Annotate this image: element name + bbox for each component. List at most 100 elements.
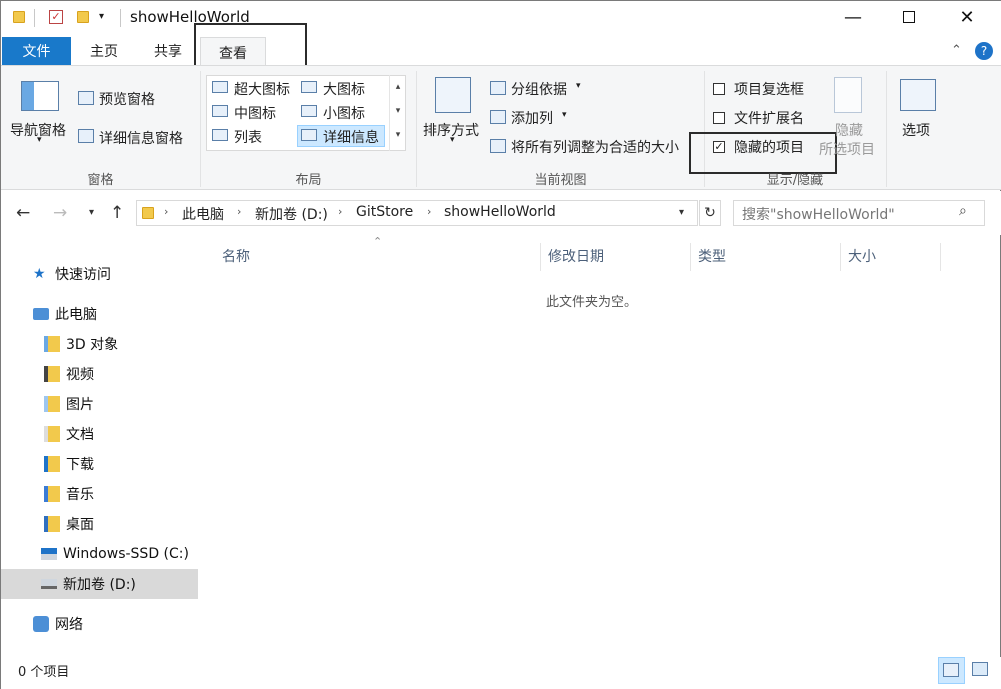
layout-small-icons[interactable]: 小图标 [323, 103, 365, 123]
status-bar [1, 657, 1001, 689]
breadcrumb-chevron-icon[interactable]: › [237, 205, 241, 218]
layout-extra-large-icons[interactable]: 超大图标 [234, 79, 290, 99]
group-by-dropdown-icon[interactable]: ▾ [576, 81, 581, 91]
nav-label: 图片 [66, 397, 94, 413]
nav-item-pictures[interactable]: 图片 [1, 389, 198, 419]
ribbon-collapse-icon[interactable]: ⌃ [951, 43, 962, 58]
large-icons-toggle[interactable] [967, 657, 994, 684]
nav-pane-dropdown-icon[interactable]: ▾ [37, 135, 42, 145]
group-label-pane: 窗格 [87, 173, 114, 188]
qat-divider [34, 9, 35, 27]
help-icon[interactable]: ? [975, 42, 993, 60]
up-arrow-icon[interactable]: ↑ [110, 203, 124, 223]
column-header-name[interactable]: 名称 [222, 243, 250, 269]
breadcrumb-gitstore[interactable]: GitStore [356, 204, 413, 220]
refresh-icon[interactable]: ↻ [699, 200, 721, 226]
column-header-type[interactable]: 类型 [698, 243, 726, 269]
nav-label: 桌面 [66, 517, 94, 533]
minimize-button[interactable]: — [830, 1, 876, 33]
breadcrumb-chevron-icon[interactable]: › [164, 205, 168, 218]
nav-item-drive-c[interactable]: Windows-SSD (C:) [1, 539, 198, 569]
layout-scroll[interactable]: ▴ ▾ ▾ [389, 75, 406, 151]
group-divider [886, 71, 887, 187]
group-label-layout: 布局 [295, 173, 322, 188]
title-divider [120, 9, 121, 27]
file-explorer-window: ✓ ▾ showHelloWorld — ✕ 文件 主页 共享 查看 ⌃ ? 导… [0, 0, 1001, 689]
nav-pane-icon [21, 81, 59, 111]
group-by-button[interactable]: 分组依据 [511, 79, 567, 99]
layout-medium-icons[interactable]: 中图标 [234, 103, 276, 123]
network-icon [33, 616, 49, 632]
nav-label: 新加卷 (D:) [63, 577, 136, 593]
details-pane-button[interactable]: 详细信息窗格 [99, 128, 183, 148]
recent-locations-icon[interactable]: ▾ [89, 207, 94, 218]
list-view-icon [212, 129, 228, 141]
layout-large-icons[interactable]: 大图标 [323, 79, 365, 99]
options-icon [900, 79, 936, 111]
nav-label: 下载 [66, 457, 94, 473]
details-view-icon [943, 663, 959, 677]
column-divider[interactable] [940, 243, 941, 271]
forward-arrow-icon[interactable]: → [53, 203, 67, 223]
breadcrumb-this-pc[interactable]: 此电脑 [182, 204, 224, 224]
empty-folder-message: 此文件夹为空。 [546, 295, 638, 310]
group-label-current-view: 当前视图 [534, 173, 587, 188]
folder-icon [13, 11, 25, 23]
nav-item-3d-objects[interactable]: 3D 对象 [1, 329, 198, 359]
nav-item-downloads[interactable]: 下载 [1, 449, 198, 479]
downloads-icon [44, 456, 60, 472]
music-icon [44, 486, 60, 502]
back-arrow-icon[interactable]: ← [16, 203, 30, 223]
breadcrumb-showhelloworld[interactable]: showHelloWorld [444, 204, 556, 220]
nav-item-videos[interactable]: 视频 [1, 359, 198, 389]
address-dropdown-icon[interactable]: ▾ [679, 207, 684, 218]
tab-share[interactable]: 共享 [143, 37, 193, 65]
preview-pane-button[interactable]: 预览窗格 [99, 89, 155, 109]
breadcrumb-drive-d[interactable]: 新加卷 (D:) [255, 204, 328, 224]
tab-file[interactable]: 文件 [2, 37, 71, 65]
new-folder-icon[interactable] [77, 11, 89, 23]
search-input[interactable]: 搜索"showHelloWorld" [742, 204, 895, 224]
computer-icon [33, 308, 49, 320]
nav-item-documents[interactable]: 文档 [1, 419, 198, 449]
nav-item-this-pc[interactable]: 此电脑 [1, 299, 198, 329]
highlight-box-hidden-items [689, 132, 837, 174]
breadcrumb-chevron-icon[interactable]: › [338, 205, 342, 218]
size-columns-icon [490, 139, 506, 153]
sort-by-dropdown-icon[interactable]: ▾ [450, 135, 455, 145]
options-button[interactable]: 选项 [902, 120, 930, 140]
layout-details[interactable]: 详细信息 [323, 127, 379, 147]
sort-indicator-icon: ⌃ [373, 235, 383, 248]
nav-item-quick-access[interactable]: ★ 快速访问 [1, 259, 198, 289]
column-divider[interactable] [840, 243, 841, 271]
details-view-toggle[interactable] [938, 657, 965, 684]
windows-drive-icon [41, 548, 57, 560]
size-all-columns-button[interactable]: 将所有列调整为合适的大小 [511, 137, 679, 157]
search-icon[interactable]: ⌕ [959, 203, 967, 219]
nav-item-drive-d[interactable]: 新加卷 (D:) [1, 569, 198, 599]
column-header-date[interactable]: 修改日期 [548, 243, 604, 269]
column-header-size[interactable]: 大小 [848, 243, 876, 269]
column-divider[interactable] [540, 243, 541, 271]
file-extensions-checkbox[interactable] [713, 112, 725, 124]
nav-item-desktop[interactable]: 桌面 [1, 509, 198, 539]
nav-item-music[interactable]: 音乐 [1, 479, 198, 509]
close-button[interactable]: ✕ [944, 1, 990, 33]
address-folder-icon [142, 207, 154, 219]
hide-selected-label-1[interactable]: 隐藏 [835, 120, 863, 140]
nav-item-network[interactable]: 网络 [1, 609, 198, 639]
tab-home[interactable]: 主页 [79, 37, 129, 65]
layout-list[interactable]: 列表 [234, 127, 262, 147]
qat-customize-icon[interactable]: ▾ [99, 11, 104, 22]
nav-label: 音乐 [66, 487, 94, 503]
add-columns-button[interactable]: 添加列 [511, 108, 553, 128]
maximize-button[interactable] [886, 1, 932, 33]
breadcrumb-chevron-icon[interactable]: › [427, 205, 431, 218]
details-view-icon [301, 129, 317, 141]
pictures-icon [44, 396, 60, 412]
add-columns-dropdown-icon[interactable]: ▾ [562, 110, 567, 120]
column-divider[interactable] [690, 243, 691, 271]
item-checkboxes-checkbox[interactable] [713, 83, 725, 95]
item-count: 0 个项目 [18, 665, 70, 680]
properties-icon[interactable]: ✓ [49, 10, 63, 24]
